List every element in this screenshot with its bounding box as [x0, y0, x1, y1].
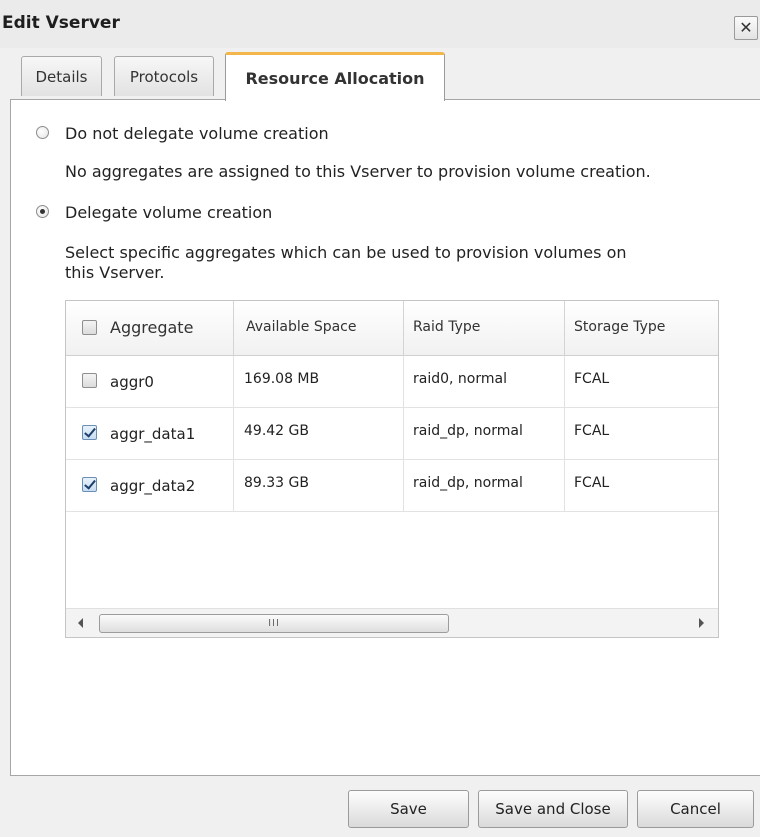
close-icon: ✕	[739, 18, 753, 37]
cell-raid-type: raid0, normal	[404, 356, 565, 408]
tab-resource-allocation-label: Resource Allocation	[245, 68, 425, 88]
cell-aggregate: aggr_data2	[66, 460, 234, 512]
edit-vserver-dialog: Edit Vserver ✕ Details Protocols Resourc…	[0, 0, 760, 837]
save-button-label: Save	[390, 800, 427, 818]
save-button[interactable]: Save	[348, 790, 469, 828]
raid-type-value: raid_dp, normal	[413, 475, 523, 491]
raid-type-value: raid0, normal	[413, 371, 507, 387]
table-row[interactable]: aggr_data1 49.42 GB raid_dp, normal FCAL	[66, 408, 718, 460]
row-checkbox[interactable]	[82, 425, 97, 440]
no-delegate-description: No aggregates are assigned to this Vserv…	[65, 162, 651, 181]
column-aggregate-label: Aggregate	[110, 318, 194, 337]
save-and-close-button[interactable]: Save and Close	[478, 790, 628, 828]
column-storage-type-label: Storage Type	[574, 319, 666, 335]
scroll-thumb[interactable]: III	[99, 614, 449, 633]
table-row[interactable]: aggr0 169.08 MB raid0, normal FCAL	[66, 356, 718, 408]
scroll-grip-icon: III	[268, 618, 280, 629]
row-checkbox[interactable]	[82, 373, 97, 388]
column-header-available-space[interactable]: Available Space	[234, 301, 404, 356]
cell-storage-type: FCAL	[565, 460, 718, 512]
delegate-description-line2: this Vserver.	[65, 263, 165, 282]
horizontal-scrollbar[interactable]: III	[66, 608, 718, 637]
scroll-left-icon[interactable]	[78, 618, 83, 628]
available-space-value: 89.33 GB	[244, 475, 309, 491]
tab-protocols-label: Protocols	[129, 67, 199, 86]
available-space-value: 169.08 MB	[244, 371, 320, 387]
row-checkbox[interactable]	[82, 477, 97, 492]
tab-resource-allocation[interactable]: Resource Allocation	[225, 52, 445, 101]
delegate-radio[interactable]	[36, 205, 49, 218]
column-raid-type-label: Raid Type	[413, 319, 481, 335]
delegate-description-line1: Select specific aggregates which can be …	[65, 243, 627, 262]
aggregate-name: aggr_data1	[110, 425, 196, 443]
column-header-raid-type[interactable]: Raid Type	[404, 301, 565, 356]
storage-type-value: FCAL	[574, 423, 610, 439]
cell-raid-type: raid_dp, normal	[404, 408, 565, 460]
delegate-label: Delegate volume creation	[65, 203, 273, 222]
scroll-right-icon[interactable]	[699, 618, 704, 628]
cell-available-space: 49.42 GB	[234, 408, 404, 460]
storage-type-value: FCAL	[574, 475, 610, 491]
column-header-aggregate[interactable]: Aggregate	[66, 301, 234, 356]
table-row[interactable]: aggr_data2 89.33 GB raid_dp, normal FCAL	[66, 460, 718, 512]
cancel-button-label: Cancel	[670, 800, 721, 818]
cell-aggregate: aggr0	[66, 356, 234, 408]
no-delegate-radio[interactable]	[36, 126, 49, 139]
cell-aggregate: aggr_data1	[66, 408, 234, 460]
tab-protocols[interactable]: Protocols	[114, 56, 214, 96]
cell-available-space: 89.33 GB	[234, 460, 404, 512]
cell-storage-type: FCAL	[565, 408, 718, 460]
cell-raid-type: raid_dp, normal	[404, 460, 565, 512]
cell-storage-type: FCAL	[565, 356, 718, 408]
tab-details-label: Details	[35, 67, 88, 86]
save-and-close-button-label: Save and Close	[495, 800, 611, 818]
available-space-value: 49.42 GB	[244, 423, 309, 439]
dialog-titlebar: Edit Vserver ✕	[0, 0, 760, 48]
dialog-title: Edit Vserver	[2, 13, 120, 33]
storage-type-value: FCAL	[574, 371, 610, 387]
cell-available-space: 169.08 MB	[234, 356, 404, 408]
aggregate-name: aggr0	[110, 373, 154, 391]
no-delegate-label: Do not delegate volume creation	[65, 124, 329, 143]
column-header-storage-type[interactable]: Storage Type	[565, 301, 718, 356]
aggregates-grid: Aggregate Available Space Raid Type Stor…	[65, 300, 719, 638]
close-button[interactable]: ✕	[734, 16, 758, 40]
cancel-button[interactable]: Cancel	[637, 790, 754, 828]
aggregate-name: aggr_data2	[110, 477, 196, 495]
raid-type-value: raid_dp, normal	[413, 423, 523, 439]
grid-header: Aggregate Available Space Raid Type Stor…	[66, 301, 718, 356]
select-all-checkbox[interactable]	[82, 320, 97, 335]
tab-details[interactable]: Details	[21, 56, 102, 96]
column-available-space-label: Available Space	[246, 319, 357, 335]
